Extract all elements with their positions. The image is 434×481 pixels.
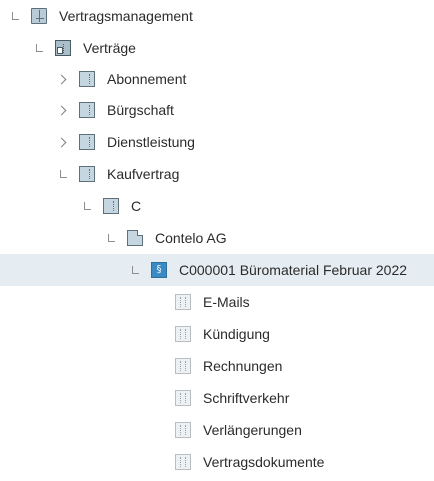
tree-node-dienstleistung[interactable]: Dienstleistung: [0, 126, 434, 158]
tree-node-label: Verträge: [83, 40, 136, 56]
tree-node-schriftverkehr[interactable]: Schriftverkehr: [0, 382, 434, 414]
tree-node-abonnement[interactable]: Abonnement: [0, 63, 434, 95]
tree-node-buergschaft[interactable]: Bürgschaft: [0, 94, 434, 126]
tree-node-label: C: [131, 198, 142, 214]
sub-register-icon: [175, 454, 191, 470]
sub-register-icon: [175, 294, 191, 310]
tree-node-label: Contelo AG: [155, 230, 227, 246]
tree-node-label: Rechnungen: [203, 358, 283, 374]
tree-node-label: Kaufvertrag: [107, 166, 180, 182]
tree-node-kuendigung[interactable]: Kündigung: [0, 318, 434, 350]
collapse-toggle-icon[interactable]: [130, 265, 140, 275]
tree-node-vertragsmanagement[interactable]: Vertragsmanagement: [0, 0, 434, 32]
folder-icon: [79, 166, 95, 182]
contract-icon: §: [151, 262, 167, 278]
cabinet-icon: [31, 8, 47, 24]
tree-node-label: Verlängerungen: [203, 422, 302, 438]
tree-node-label: Schriftverkehr: [203, 390, 290, 406]
tree-node-vertragsdokumente[interactable]: Vertragsdokumente: [0, 446, 434, 478]
tree-node-c000001-bueromaterial[interactable]: § C000001 Büromaterial Februar 2022: [0, 254, 434, 286]
collapse-toggle-icon[interactable]: [34, 43, 44, 53]
sub-register-icon: [175, 390, 191, 406]
tree-node-label: C000001 Büromaterial Februar 2022: [179, 262, 408, 278]
tree-node-label: E-Mails: [203, 294, 250, 310]
tree-node-label: Vertragsdokumente: [203, 454, 325, 470]
collapse-toggle-icon[interactable]: [106, 233, 116, 243]
tree-node-label: Abonnement: [107, 71, 187, 87]
tree-node-vertraege[interactable]: Verträge: [0, 32, 434, 64]
folder-icon: [79, 102, 95, 118]
sub-register-icon: [175, 358, 191, 374]
folder-icon: [79, 134, 95, 150]
collapse-toggle-icon[interactable]: [10, 11, 20, 21]
object-tree: Vertragsmanagement Verträge Abonnement B…: [0, 0, 434, 481]
tree-node-c[interactable]: C: [0, 190, 434, 222]
tree-node-verlaengerungen[interactable]: Verlängerungen: [0, 414, 434, 446]
tree-node-kaufvertrag[interactable]: Kaufvertrag: [0, 158, 434, 190]
sub-register-icon: [175, 326, 191, 342]
tree-node-label: Bürgschaft: [107, 102, 174, 118]
folder-icon: [79, 71, 95, 87]
folder-icon: [103, 198, 119, 214]
register-icon: [55, 40, 71, 56]
tree-node-contelo-ag[interactable]: Contelo AG: [0, 222, 434, 254]
document-folder-icon: [127, 230, 143, 246]
tree-node-rechnungen[interactable]: Rechnungen: [0, 350, 434, 382]
sub-register-icon: [175, 422, 191, 438]
expand-toggle-icon[interactable]: [58, 74, 68, 84]
tree-node-label: Kündigung: [203, 326, 270, 342]
expand-toggle-icon[interactable]: [58, 105, 68, 115]
collapse-toggle-icon[interactable]: [58, 169, 68, 179]
tree-node-label: Dienstleistung: [107, 134, 195, 150]
expand-toggle-icon[interactable]: [58, 137, 68, 147]
collapse-toggle-icon[interactable]: [82, 201, 92, 211]
tree-node-label: Vertragsmanagement: [59, 8, 193, 24]
tree-node-e-mails[interactable]: E-Mails: [0, 286, 434, 318]
